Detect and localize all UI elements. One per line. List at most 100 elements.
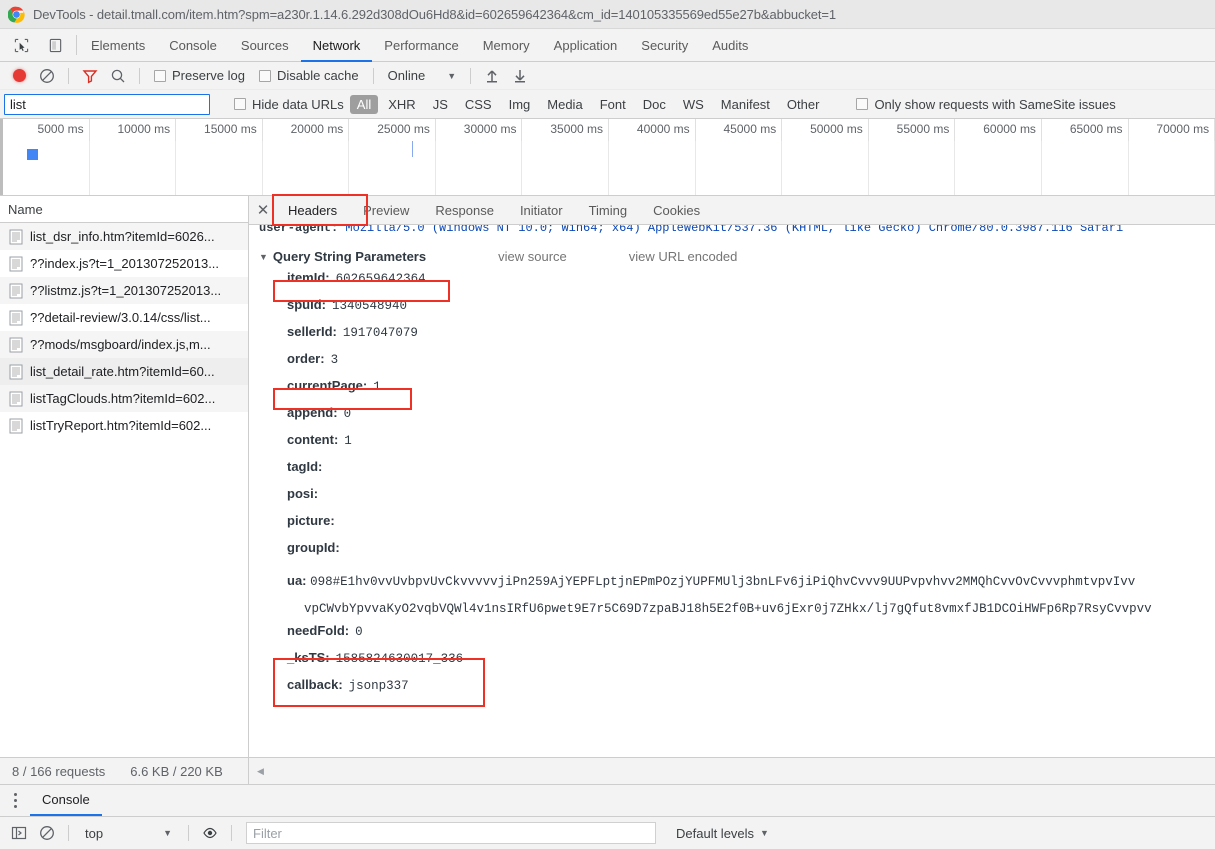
drawer-tab-console[interactable]: Console (30, 785, 102, 816)
devtools-window: DevTools - detail.tmall.com/item.htm?spm… (0, 0, 1215, 849)
filter-input[interactable] (4, 93, 210, 115)
param-value: 1917047079 (342, 326, 418, 340)
tab-console[interactable]: Console (157, 30, 229, 62)
param-row-currentpage: currentPage: 1 (259, 378, 1215, 405)
preserve-log-checkbox[interactable]: Preserve log (148, 68, 251, 83)
table-row[interactable]: list_dsr_info.htm?itemId=6026... (0, 223, 248, 250)
tab-label: Security (641, 37, 689, 53)
param-key: callback: (287, 677, 343, 692)
type-filter-xhr[interactable]: XHR (381, 95, 422, 114)
divider (470, 67, 472, 84)
search-icon[interactable] (105, 63, 131, 89)
divider (139, 67, 140, 84)
table-row[interactable]: listTryReport.htm?itemId=602... (0, 412, 248, 439)
disable-cache-checkbox[interactable]: Disable cache (253, 68, 365, 83)
tab-security[interactable]: Security (629, 30, 700, 62)
detail-tab-cookies[interactable]: Cookies (640, 196, 713, 224)
type-filter-manifest[interactable]: Manifest (714, 95, 777, 114)
toggle-device-toolbar-icon[interactable] (42, 32, 68, 58)
table-row[interactable]: listTagClouds.htm?itemId=602... (0, 385, 248, 412)
collapse-arrow-icon[interactable]: ◀ (257, 766, 264, 777)
document-icon (9, 229, 23, 245)
table-row[interactable]: ??mods/msgboard/index.js,m... (0, 331, 248, 358)
param-value-line2: vpCWvbYpvvaKyO2vqbVQWl4v1nsIRfU6pwet9E7r… (304, 602, 1152, 616)
table-row[interactable]: ??listmz.js?t=1_201307252013... (0, 277, 248, 304)
console-sidebar-icon[interactable] (6, 820, 32, 846)
param-row-content: content: 1 (259, 432, 1215, 459)
type-filter-doc[interactable]: Doc (636, 95, 673, 114)
type-filter-js[interactable]: JS (426, 95, 455, 114)
ruler-tick: 65000 ms (1042, 119, 1129, 141)
tab-sources[interactable]: Sources (229, 30, 301, 62)
detail-tab-initiator[interactable]: Initiator (507, 196, 576, 224)
tab-label: Cookies (653, 202, 701, 218)
export-har-icon[interactable] (507, 63, 533, 89)
more-options-icon[interactable] (0, 785, 30, 816)
type-filter-other[interactable]: Other (780, 95, 827, 114)
type-filter-font[interactable]: Font (593, 95, 633, 114)
type-filter-img[interactable]: Img (502, 95, 538, 114)
filter-funnel-icon[interactable] (77, 63, 103, 89)
import-har-icon[interactable] (479, 63, 505, 89)
live-expression-icon[interactable] (197, 820, 223, 846)
samesite-issues-label: Only show requests with SameSite issues (874, 96, 1116, 112)
type-filter-css[interactable]: CSS (458, 95, 499, 114)
request-list[interactable]: list_dsr_info.htm?itemId=6026... ??index… (0, 223, 248, 757)
ruler-tick: 70000 ms (1129, 119, 1215, 141)
tab-application[interactable]: Application (542, 30, 630, 62)
detail-tab-headers[interactable]: Headers (275, 196, 351, 224)
param-key: picture: (287, 513, 335, 528)
table-row[interactable]: list_detail_rate.htm?itemId=60... (0, 358, 248, 385)
record-stop-icon[interactable] (6, 63, 32, 89)
transfer-size: 6.6 KB / 220 KB (130, 763, 223, 779)
ruler-tick: 55000 ms (869, 119, 956, 141)
param-key: ua: (287, 573, 307, 588)
tab-audits[interactable]: Audits (700, 30, 760, 62)
header-value: Mozilla/5.0 (Windows NT 10.0; Win64; x64… (338, 225, 1124, 235)
inspect-element-icon[interactable] (8, 32, 34, 58)
tab-label: Sources (240, 37, 289, 53)
status-resizer[interactable]: ◀ (249, 758, 1215, 784)
param-value: 1 (373, 380, 381, 394)
query-string-section-header[interactable]: ▼ Query String Parameters view source vi… (259, 249, 1215, 264)
user-agent-header-row: user-agent: Mozilla/5.0 (Windows NT 10.0… (259, 225, 1215, 237)
log-levels-select[interactable]: Default levels ▼ (666, 826, 779, 841)
tab-performance[interactable]: Performance (372, 30, 470, 62)
network-overview[interactable]: 5000 ms 10000 ms 15000 ms 20000 ms 25000… (0, 119, 1215, 196)
view-url-encoded-link[interactable]: view URL encoded (629, 249, 738, 264)
param-key: spuId: (287, 297, 326, 312)
tab-network[interactable]: Network (300, 30, 373, 62)
column-header-name[interactable]: Name (0, 196, 248, 223)
param-row-callback: callback: jsonp337 (259, 677, 1215, 704)
param-value: 3 (330, 353, 339, 367)
document-icon (9, 256, 23, 272)
network-toolbar: Preserve log Disable cache Online ▼ (0, 62, 1215, 90)
resource-type-filters: All XHR JS CSS Img Media Font Doc WS Man… (349, 94, 827, 114)
request-name: ??detail-review/3.0.14/css/list... (30, 310, 211, 325)
close-icon[interactable]: ✕ (251, 196, 275, 224)
view-source-link[interactable]: view source (498, 249, 567, 264)
clear-console-icon[interactable] (34, 820, 60, 846)
table-row[interactable]: ??detail-review/3.0.14/css/list... (0, 304, 248, 331)
type-filter-ws[interactable]: WS (676, 95, 711, 114)
detail-tab-timing[interactable]: Timing (576, 196, 641, 224)
hide-data-urls-checkbox[interactable]: Hide data URLs (228, 97, 350, 112)
throttling-select[interactable]: Online ▼ (382, 68, 463, 83)
console-filter-input[interactable]: Filter (246, 822, 656, 844)
clear-icon[interactable] (34, 63, 60, 89)
disable-cache-label: Disable cache (276, 68, 359, 83)
tab-memory[interactable]: Memory (471, 30, 542, 62)
type-filter-media[interactable]: Media (540, 95, 589, 114)
detail-tab-strip: ✕ Headers Preview Response Initiator Tim… (249, 194, 1215, 226)
tab-elements[interactable]: Elements (79, 30, 157, 62)
detail-tab-preview[interactable]: Preview (350, 196, 422, 224)
ruler-tick: 5000 ms (0, 119, 90, 141)
samesite-issues-checkbox[interactable]: Only show requests with SameSite issues (850, 97, 1121, 112)
execution-context-select[interactable]: top ▼ (77, 826, 180, 841)
type-filter-all[interactable]: All (349, 94, 379, 114)
table-row[interactable]: ??index.js?t=1_201307252013... (0, 250, 248, 277)
detail-tab-response[interactable]: Response (422, 196, 507, 224)
param-row-spuid: spuId: 1340548940 (259, 297, 1215, 324)
query-string-parameters: itemId: 602659642364 spuId: 1340548940 s… (259, 270, 1215, 704)
param-row-ua: ua: 098#E1hv0vvUvbpvUvCkvvvvvjiPn259AjYE… (259, 567, 1215, 623)
